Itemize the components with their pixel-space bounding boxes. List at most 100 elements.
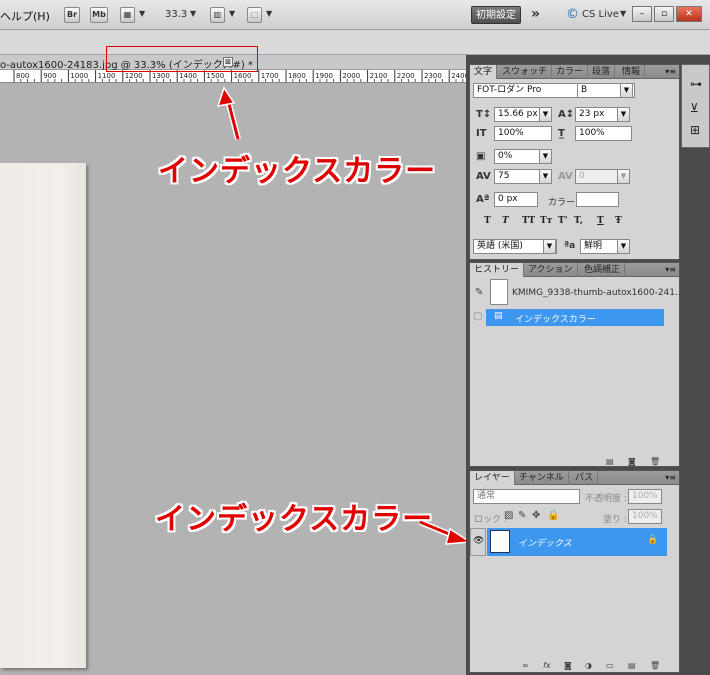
tab-character[interactable]: 文字 <box>470 65 498 79</box>
fill-field[interactable]: 100% <box>628 509 662 524</box>
fill-label: 塗り : <box>603 515 627 525</box>
font-style-dropdown-icon[interactable]: ▼ <box>620 83 633 98</box>
arrow-up-icon <box>216 86 241 140</box>
language-value: 英語 (米国) <box>477 241 523 251</box>
arrow-right-icon <box>418 519 473 545</box>
tab-color[interactable]: カラー <box>552 65 589 79</box>
tracking-field[interactable]: 75 <box>494 169 540 184</box>
kerning-field: 0 <box>575 169 618 184</box>
snapshot-name[interactable]: KMIMG_9338-thumb-autox1600-241... <box>512 288 684 298</box>
lock-transparency-icon[interactable]: ▨ <box>504 510 513 521</box>
tab-actions[interactable]: アクション <box>524 263 578 277</box>
tool-presets-panel-icon[interactable]: ⊞ <box>690 123 700 137</box>
clone-source-panel-icon[interactable]: ⊻ <box>690 101 699 115</box>
subscript-button[interactable]: T, <box>574 216 583 226</box>
character-panel: 文字 スウォッチ カラー 段落 情報 ▾≡ FOT-ロダン Pro ▼ B ▼ … <box>469 64 680 260</box>
history-brush-source-icon[interactable]: ▢ <box>473 311 482 322</box>
baseline-shift-field[interactable]: 0 px <box>494 192 538 207</box>
new-layer-icon[interactable]: ▤ <box>628 661 636 670</box>
strikethrough-button[interactable]: Ŧ <box>615 216 622 226</box>
layers-panel-tabs: レイヤー チャンネル パス ▾≡ <box>470 471 679 485</box>
tab-paths[interactable]: パス <box>571 471 599 485</box>
brushes-panel-icon[interactable]: ⊶ <box>690 77 702 91</box>
text-color-swatch[interactable] <box>576 192 619 207</box>
layer-style-icon[interactable]: fx <box>543 661 551 670</box>
font-family-select[interactable]: FOT-ロダン Pro <box>473 83 581 98</box>
blend-mode-value: 通常 <box>477 491 496 501</box>
antialias-dropdown-icon[interactable]: ▼ <box>617 239 630 254</box>
tracking-icon: AV <box>476 171 491 182</box>
new-snapshot-icon[interactable]: ◙ <box>628 457 636 466</box>
faux-bold-button[interactable]: T <box>484 216 491 226</box>
history-state-name: インデックスカラー <box>515 315 596 325</box>
underline-button[interactable]: T <box>597 216 604 226</box>
all-caps-button[interactable]: TT <box>522 216 535 226</box>
history-panel-tabs: ヒストリー アクション 色調補正 ▾≡ <box>470 263 679 277</box>
layers-panel: レイヤー チャンネル パス ▾≡ 通常 不透明度 : 100% ロック : ▨ … <box>469 470 680 673</box>
font-size-dropdown-icon[interactable]: ▼ <box>539 107 552 122</box>
font-size-icon: T↕ <box>476 109 492 120</box>
tab-info[interactable]: 情報 <box>618 65 646 79</box>
leading-dropdown-icon[interactable]: ▼ <box>617 107 630 122</box>
superscript-button[interactable]: T' <box>558 216 567 226</box>
tab-history[interactable]: ヒストリー <box>470 263 525 277</box>
opacity-value: 100% <box>632 491 658 501</box>
layer-visibility-toggle[interactable]: 👁 <box>470 528 486 556</box>
panel-menu-icon[interactable]: ▾≡ <box>665 67 676 76</box>
tab-adjustments[interactable]: 色調補正 <box>580 263 626 277</box>
font-size-value: 15.66 px <box>498 109 538 119</box>
tracking-dropdown-icon[interactable]: ▼ <box>539 169 552 184</box>
font-size-field[interactable]: 15.66 px <box>494 107 540 122</box>
character-panel-tabs: 文字 スウォッチ カラー 段落 情報 ▾≡ <box>470 65 679 79</box>
vertical-scale-value: 100% <box>498 128 524 138</box>
leading-icon: A↕ <box>558 109 575 120</box>
history-state-icon: ▤ <box>494 311 503 321</box>
tsume-dropdown-icon[interactable]: ▼ <box>539 149 552 164</box>
opacity-field[interactable]: 100% <box>628 489 662 504</box>
blend-mode-select[interactable]: 通常 <box>473 489 580 504</box>
small-caps-button[interactable]: Tт <box>540 216 552 226</box>
tab-swatches[interactable]: スウォッチ <box>498 65 553 79</box>
lock-pixels-icon[interactable]: ✎ <box>518 510 526 521</box>
snapshot-thumbnail <box>490 279 508 305</box>
tab-paragraph[interactable]: 段落 <box>588 65 616 79</box>
history-state-selected[interactable]: ▤ インデックスカラー <box>486 309 664 326</box>
tracking-value: 75 <box>498 171 510 181</box>
kerning-icon: AV <box>558 171 573 182</box>
vertical-scale-field[interactable]: 100% <box>494 126 552 141</box>
history-panel-menu-icon[interactable]: ▾≡ <box>665 265 676 274</box>
tab-channels[interactable]: チャンネル <box>515 471 569 485</box>
layer-mask-icon[interactable]: ◙ <box>564 661 572 670</box>
new-group-icon[interactable]: ▭ <box>606 661 614 670</box>
vertical-scale-icon: IT <box>476 128 487 139</box>
link-layers-icon[interactable]: ∞ <box>522 661 529 670</box>
new-document-from-state-icon[interactable]: ▤ <box>606 457 614 466</box>
horizontal-scale-icon: T̲ <box>558 128 565 139</box>
delete-layer-icon[interactable]: 🗑 <box>650 661 660 670</box>
lock-position-icon[interactable]: ✥ <box>532 510 540 521</box>
baseline-shift-value: 0 px <box>498 194 518 204</box>
layer-thumbnail <box>490 530 510 553</box>
layer-row-selected[interactable]: インデックス 🔒 <box>487 528 667 556</box>
layer-name: インデックス <box>518 539 572 549</box>
layers-panel-menu-icon[interactable]: ▾≡ <box>665 473 676 482</box>
leading-value: 23 px <box>579 109 605 119</box>
lock-all-icon[interactable]: 🔒 <box>547 510 559 521</box>
font-style-value: B <box>581 85 588 95</box>
tsume-value: 0% <box>498 151 513 161</box>
language-dropdown-icon[interactable]: ▼ <box>543 239 556 254</box>
baseline-shift-icon: Aª <box>476 194 490 205</box>
leading-field[interactable]: 23 px <box>575 107 618 122</box>
faux-italic-button[interactable]: T <box>502 216 509 226</box>
tsume-icon: ▣ <box>476 151 486 162</box>
opacity-label: 不透明度 : <box>585 494 627 504</box>
delete-state-icon[interactable]: 🗑 <box>650 457 660 466</box>
horizontal-scale-value: 100% <box>579 128 605 138</box>
antialias-value: 鮮明 <box>584 241 603 251</box>
snapshot-brush-icon[interactable]: ✎ <box>475 287 483 298</box>
kerning-dropdown-icon: ▼ <box>617 169 630 184</box>
tab-layers[interactable]: レイヤー <box>470 471 515 485</box>
kerning-value: 0 <box>579 171 585 181</box>
adjustment-layer-icon[interactable]: ◑ <box>585 661 592 670</box>
horizontal-scale-field[interactable]: 100% <box>575 126 632 141</box>
